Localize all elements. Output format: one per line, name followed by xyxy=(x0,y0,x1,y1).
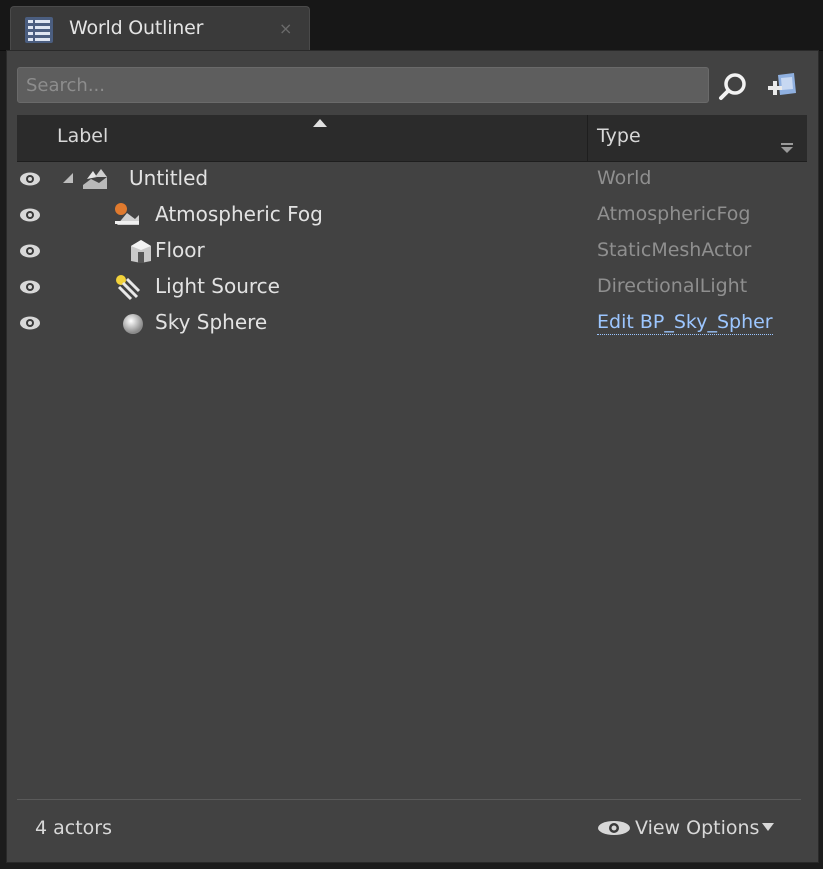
eye-icon xyxy=(598,821,630,835)
list-item[interactable]: Floor StaticMeshActor xyxy=(7,233,818,269)
visibility-eye-icon[interactable] xyxy=(19,207,41,223)
column-header: Label Type xyxy=(17,115,807,162)
actor-count: 4 actors xyxy=(35,817,113,839)
sky-sphere-icon xyxy=(123,314,143,334)
edit-blueprint-link[interactable]: Edit BP_Sky_Spher xyxy=(597,311,773,335)
tab-bar: World Outliner × xyxy=(0,0,823,51)
chevron-down-icon xyxy=(762,823,775,831)
row-type: DirectionalLight xyxy=(597,275,748,297)
list-item[interactable]: Atmospheric Fog AtmosphericFog xyxy=(7,197,818,233)
visibility-eye-icon[interactable] xyxy=(19,315,41,331)
list-item[interactable]: Sky Sphere Edit BP_Sky_Spher xyxy=(7,305,818,341)
view-options-button[interactable]: View Options xyxy=(597,817,775,839)
list-item[interactable]: Untitled World xyxy=(7,161,818,197)
actor-list: Untitled World Atmospheric Fog Atmospher… xyxy=(7,161,818,341)
search-row xyxy=(17,67,807,105)
row-label: Light Source xyxy=(155,274,280,298)
list-item[interactable]: Light Source DirectionalLight xyxy=(7,269,818,305)
visibility-eye-icon[interactable] xyxy=(19,243,41,259)
list-icon xyxy=(25,17,53,43)
search-input[interactable] xyxy=(17,67,709,103)
footer-divider xyxy=(17,799,801,800)
row-type: World xyxy=(597,167,652,189)
row-label: Floor xyxy=(155,238,205,262)
close-icon[interactable]: × xyxy=(279,19,292,38)
world-icon xyxy=(83,169,107,189)
visibility-eye-icon[interactable] xyxy=(19,279,41,295)
row-type: AtmosphericFog xyxy=(597,203,751,225)
type-column-header[interactable]: Type xyxy=(597,125,641,147)
atmospheric-fog-icon xyxy=(115,203,139,225)
tab-world-outliner[interactable]: World Outliner × xyxy=(10,6,310,50)
view-options-label: View Options xyxy=(635,817,760,839)
directional-light-icon xyxy=(116,275,141,301)
row-type: StaticMeshActor xyxy=(597,239,752,261)
static-mesh-icon xyxy=(131,240,151,263)
search-icon[interactable] xyxy=(717,71,749,101)
collapse-arrow-icon[interactable] xyxy=(63,173,73,183)
column-divider[interactable] xyxy=(587,115,588,161)
row-label: Atmospheric Fog xyxy=(155,202,323,226)
sort-ascending-icon xyxy=(313,119,327,127)
tab-title: World Outliner xyxy=(69,17,204,39)
visibility-eye-icon[interactable] xyxy=(19,171,41,187)
row-label: Sky Sphere xyxy=(155,310,268,334)
row-label: Untitled xyxy=(129,166,209,190)
column-menu-icon[interactable] xyxy=(781,143,793,153)
add-actor-folder-icon[interactable] xyxy=(764,69,800,103)
world-outliner-panel: Label Type Untitled xyxy=(6,50,819,863)
label-column-header[interactable]: Label xyxy=(57,125,108,147)
